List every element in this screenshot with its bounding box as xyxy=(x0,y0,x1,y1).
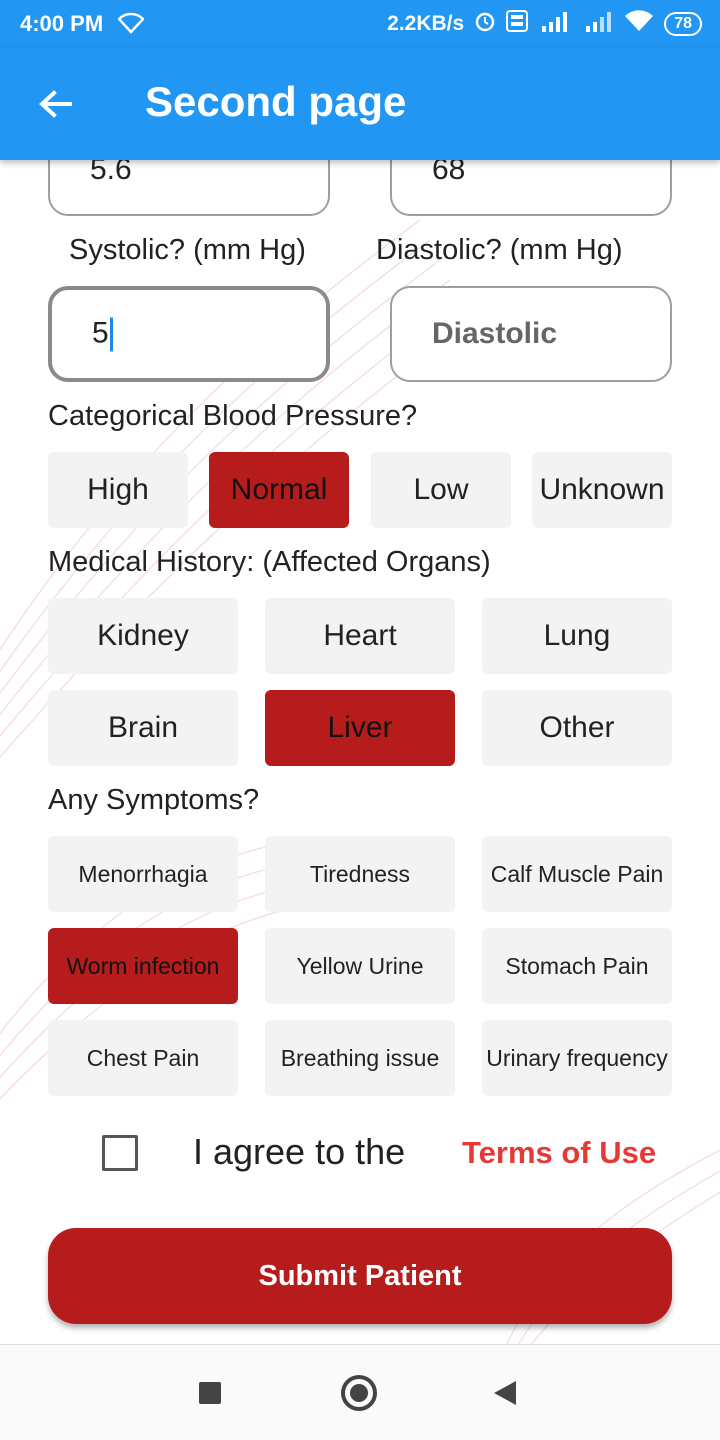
symptom-tiredness-label: Tiredness xyxy=(309,860,411,887)
back-arrow-icon[interactable] xyxy=(36,84,76,124)
agree-text: I agree to the xyxy=(193,1131,406,1172)
volte-icon xyxy=(506,10,529,37)
symptom-yellow-urine-label: Yellow Urine xyxy=(296,952,424,979)
signal-icon-2 xyxy=(584,10,614,37)
bp-option-high[interactable]: High xyxy=(48,452,188,528)
bp-option-unknown[interactable]: Unknown xyxy=(532,452,672,528)
symptom-chest-pain[interactable]: Chest Pain xyxy=(48,1020,238,1096)
network-speed: 2.2KB/s xyxy=(387,11,465,35)
symptom-stomach-pain[interactable]: Stomach Pain xyxy=(482,928,672,1004)
bp-option-high-label: High xyxy=(87,473,149,506)
diastolic-label: Diastolic? (mm Hg) xyxy=(376,234,623,266)
symptom-breathing-issue-label: Breathing issue xyxy=(280,1044,440,1071)
bp-option-normal-label: Normal xyxy=(230,473,328,506)
back-icon[interactable] xyxy=(494,1381,516,1405)
symptom-urinary-frequency-label: Urinary frequency xyxy=(486,1044,668,1071)
symptom-tiredness[interactable]: Tiredness xyxy=(265,836,455,912)
wifi-icon-right xyxy=(624,10,654,37)
symptom-menorrhagia-label: Menorrhagia xyxy=(78,860,208,887)
home-icon[interactable] xyxy=(341,1375,377,1411)
organ-brain[interactable]: Brain xyxy=(48,690,238,766)
symptom-stomach-pain-label: Stomach Pain xyxy=(505,952,649,979)
recents-icon[interactable] xyxy=(199,1382,221,1404)
submit-label: Submit Patient xyxy=(258,1259,462,1292)
status-icons: 2.2KB/s 78 xyxy=(387,10,702,37)
alarm-icon xyxy=(474,10,496,37)
terms-of-use-link[interactable]: Terms of Use xyxy=(462,1135,656,1171)
bp-option-low[interactable]: Low xyxy=(371,452,511,528)
medical-history-label: Medical History: (Affected Organs) xyxy=(48,546,491,578)
symptom-worm-infection[interactable]: Worm infection xyxy=(48,928,238,1004)
organ-lung[interactable]: Lung xyxy=(482,598,672,674)
symptom-chest-pain-label: Chest Pain xyxy=(86,1044,200,1071)
previous-right-field[interactable]: 68 xyxy=(390,160,672,216)
systolic-input[interactable]: 5 xyxy=(48,286,330,382)
symptom-breathing-issue[interactable]: Breathing issue xyxy=(265,1020,455,1096)
organ-heart-label: Heart xyxy=(323,619,397,652)
page-title: Second page xyxy=(145,78,407,125)
organ-heart[interactable]: Heart xyxy=(265,598,455,674)
organ-other[interactable]: Other xyxy=(482,690,672,766)
organ-lung-label: Lung xyxy=(543,619,611,652)
organ-brain-label: Brain xyxy=(107,711,179,744)
previous-left-value: 5.6 xyxy=(90,160,132,186)
systolic-value: 5 xyxy=(92,316,109,350)
status-bar: 4:00 PM 2.2KB/s 78 xyxy=(0,0,720,48)
terms-checkbox[interactable] xyxy=(102,1135,138,1171)
organ-kidney-label: Kidney xyxy=(97,619,189,652)
form-content: 5.6 68 Systolic? (mm Hg) Diastolic? (mm … xyxy=(0,160,720,1344)
signal-icon xyxy=(538,10,574,37)
bp-option-low-label: Low xyxy=(413,473,469,506)
bp-option-normal[interactable]: Normal xyxy=(209,452,349,528)
symptom-worm-infection-label: Worm infection xyxy=(66,952,220,979)
organ-liver[interactable]: Liver xyxy=(265,690,455,766)
status-time: 4:00 PM xyxy=(20,11,104,36)
text-caret xyxy=(109,317,113,352)
organ-liver-label: Liver xyxy=(327,711,393,744)
organ-other-label: Other xyxy=(539,711,615,744)
symptom-calf-muscle-pain[interactable]: Calf Muscle Pain xyxy=(482,836,672,912)
bp-option-unknown-label: Unknown xyxy=(539,473,665,506)
submit-patient-button[interactable]: Submit Patient xyxy=(48,1228,672,1324)
wifi-icon xyxy=(117,12,145,39)
diastolic-input[interactable]: Diastolic xyxy=(390,286,672,382)
system-nav-bar xyxy=(0,1344,720,1440)
symptom-calf-muscle-pain-label: Calf Muscle Pain xyxy=(490,860,664,887)
previous-left-field[interactable]: 5.6 xyxy=(48,160,330,216)
diastolic-placeholder: Diastolic xyxy=(432,317,558,350)
organ-kidney[interactable]: Kidney xyxy=(48,598,238,674)
symptom-urinary-frequency[interactable]: Urinary frequency xyxy=(482,1020,672,1096)
battery-icon: 78 xyxy=(664,11,702,36)
systolic-value-wrap: 5 xyxy=(92,316,113,352)
symptoms-label: Any Symptoms? xyxy=(48,784,260,816)
symptom-menorrhagia[interactable]: Menorrhagia xyxy=(48,836,238,912)
symptom-yellow-urine[interactable]: Yellow Urine xyxy=(265,928,455,1004)
systolic-label: Systolic? (mm Hg) xyxy=(69,234,306,266)
app-bar: Second page xyxy=(0,48,720,160)
previous-right-value: 68 xyxy=(432,160,466,186)
categorical-bp-label: Categorical Blood Pressure? xyxy=(48,400,418,432)
